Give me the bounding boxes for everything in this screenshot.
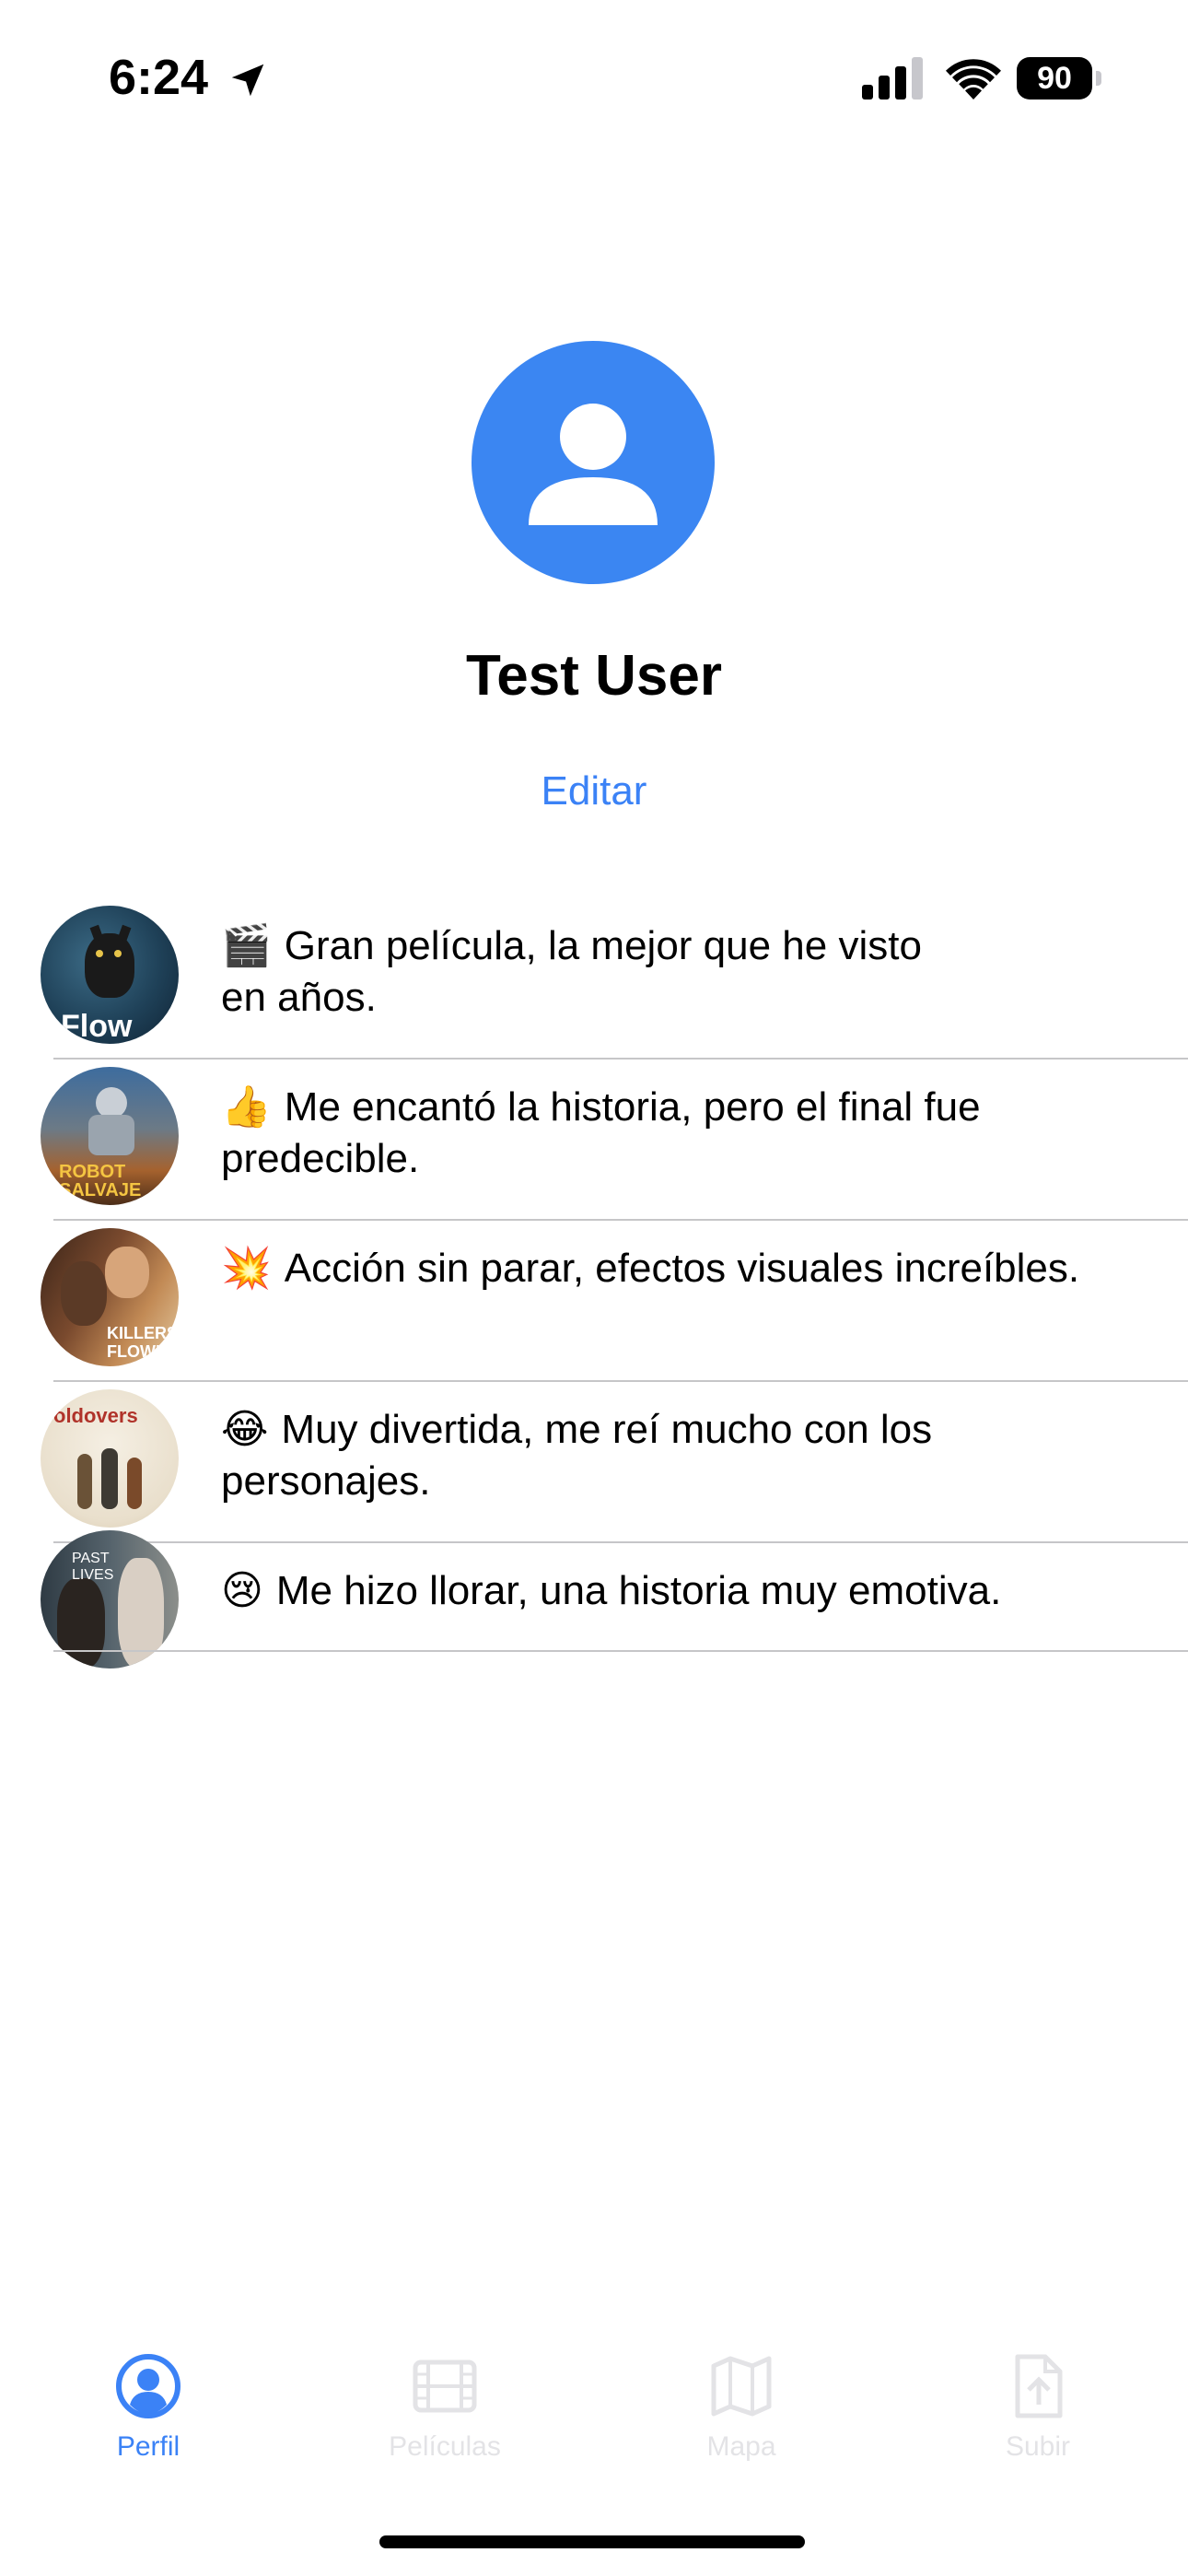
tab-mapa[interactable]: Mapa: [626, 2340, 856, 2478]
home-indicator[interactable]: [379, 2535, 805, 2548]
list-item[interactable]: KILLERS FLOWER 💥 Acción sin parar, efecto…: [0, 1221, 1188, 1382]
laughing-face-icon: 😂: [221, 1406, 269, 1453]
poster-title: oldovers: [53, 1404, 138, 1427]
crying-face-icon: 😢: [221, 1567, 263, 1614]
review-comment: Me encantó la historia, pero el final fu…: [221, 1084, 981, 1181]
person-icon: [529, 404, 658, 525]
map-icon: [711, 2356, 772, 2417]
movie-poster: KILLERS FLOWER: [41, 1228, 179, 1366]
list-item[interactable]: ROBOT SALVAJE 👍 Me encantó la historia, p…: [0, 1060, 1188, 1221]
list-item[interactable]: oldovers 😂 Muy divertida, me reí mucho co…: [0, 1382, 1188, 1543]
movie-poster: oldovers: [41, 1389, 179, 1528]
thumbs-up-icon: 👍: [221, 1083, 272, 1130]
status-time: 6:24: [109, 50, 209, 105]
cellular-signal-icon: [862, 57, 923, 100]
tab-perfil[interactable]: Perfil: [33, 2340, 263, 2478]
person-circle-icon: [116, 2354, 181, 2418]
tab-label: Mapa: [706, 2431, 776, 2462]
tab-subir[interactable]: Subir: [923, 2340, 1153, 2478]
review-text: 👍 Me encantó la historia, pero el final f…: [221, 1082, 1142, 1185]
film-icon: [413, 2359, 477, 2413]
poster-title: PAST LIVES: [72, 1551, 114, 1583]
review-comment: Acción sin parar, efectos visuales incre…: [284, 1246, 1080, 1291]
location-arrow-icon: [231, 64, 264, 97]
edit-profile-button[interactable]: Editar: [502, 765, 686, 818]
divider: [53, 1650, 1188, 1652]
poster-title: KILLERS FLOWER: [107, 1324, 179, 1361]
list-item[interactable]: Flow 🎬 Gran película, la mejor que he vis…: [0, 898, 1188, 1060]
review-text: 🎬 Gran película, la mejor que he visto en…: [221, 920, 1142, 1024]
movie-poster: PAST LIVES: [41, 1530, 179, 1669]
clapperboard-icon: 🎬: [221, 922, 272, 969]
tab-label: Subir: [1005, 2431, 1071, 2462]
poster-title: Flow: [61, 1009, 133, 1044]
review-list: Flow 🎬 Gran película, la mejor que he vis…: [0, 898, 1188, 1669]
review-comment: Gran película, la mejor que he visto en …: [221, 923, 922, 1020]
user-name: Test User: [466, 644, 722, 708]
tab-bar: Perfil Películas Mapa Subir: [0, 2340, 1188, 2488]
movie-poster: Flow: [41, 906, 179, 1044]
tab-peliculas[interactable]: Películas: [330, 2340, 560, 2478]
battery-icon: 90: [1017, 57, 1101, 100]
review-text: 😂 Muy divertida, me reí mucho con los per…: [221, 1404, 1142, 1507]
upload-document-icon: [1015, 2354, 1063, 2418]
review-comment: Muy divertida, me reí mucho con los pers…: [221, 1407, 933, 1504]
avatar: [472, 341, 715, 584]
tab-label: Películas: [389, 2431, 501, 2462]
review-text: 💥 Acción sin parar, efectos visuales incr…: [221, 1243, 1142, 1294]
tab-label: Perfil: [116, 2431, 181, 2462]
status-bar: 6:24 90: [0, 0, 1188, 157]
review-comment: Me hizo llorar, una historia muy emotiva…: [275, 1568, 1002, 1613]
wifi-icon: [946, 59, 1001, 100]
collision-icon: 💥: [221, 1245, 272, 1292]
list-item[interactable]: PAST LIVES 😢 Me hizo llorar, una historia…: [0, 1530, 1188, 1669]
battery-level: 90: [1017, 57, 1092, 100]
poster-title: ROBOT SALVAJE: [59, 1162, 142, 1200]
movie-poster: ROBOT SALVAJE: [41, 1067, 179, 1205]
review-text: 😢 Me hizo llorar, una historia muy emotiv…: [221, 1565, 1142, 1617]
